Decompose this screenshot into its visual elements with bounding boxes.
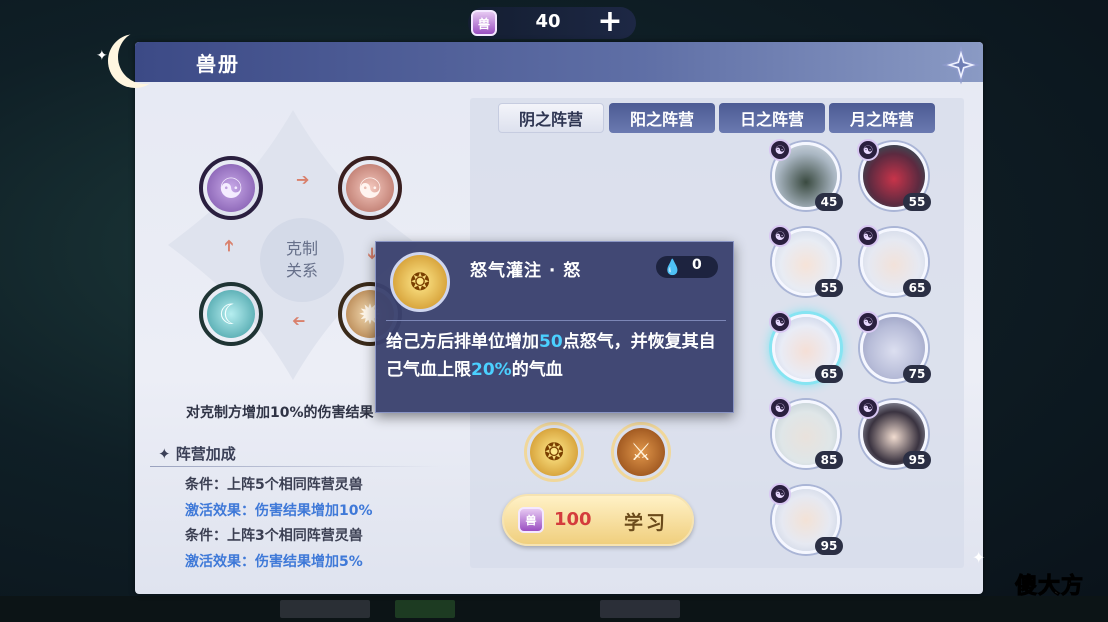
beast-card-selected[interactable]: ☯ 65: [769, 311, 843, 383]
tab-yin-faction[interactable]: 阴之阵营: [498, 103, 604, 133]
rage-skill-button[interactable]: ❂: [524, 422, 584, 482]
bonus-effect: 激活效果：伤害结果增加10%: [185, 503, 373, 519]
counter-relation-label: 克制 关系: [260, 218, 344, 302]
arrow-up-icon: ➔: [219, 238, 239, 253]
bonus-condition: 条件：上阵5个相同阵营灵兽: [185, 477, 363, 493]
yin-faction-badge-icon: ☯: [857, 225, 879, 247]
yin-faction-badge-icon: ☯: [857, 397, 879, 419]
beast-level: 55: [903, 193, 931, 211]
beast-level: 65: [815, 365, 843, 383]
beast-token-icon: 兽: [471, 10, 497, 36]
beast-level: 75: [903, 365, 931, 383]
beast-card[interactable]: ☯ 55: [857, 139, 931, 211]
bonus-condition: 条件：上阵3个相同阵营灵兽: [185, 528, 363, 544]
beast-card[interactable]: ☯ 95: [857, 397, 931, 469]
skill-cost-value: 0: [692, 257, 702, 273]
yin-faction-icon: ☯: [199, 156, 263, 220]
divider: [386, 320, 726, 321]
golden-rage-skill-icon: ❂: [530, 428, 578, 476]
close-button[interactable]: [940, 44, 982, 86]
learn-label: 学习: [624, 512, 669, 534]
beast-card[interactable]: ☯ 85: [769, 397, 843, 469]
arrow-left-icon: ➔: [292, 312, 306, 331]
panel-header: [135, 42, 983, 82]
watermark: 傻大方: [1014, 574, 1085, 600]
counter-effect-text: 对克制方增加10%的伤害结果: [186, 405, 374, 421]
divider: [150, 466, 440, 467]
currency-value: 40: [535, 11, 561, 32]
yin-faction-badge-icon: ☯: [857, 311, 879, 333]
sword-skill-button[interactable]: ⚔: [611, 422, 671, 482]
beast-token-icon: 兽: [518, 507, 544, 533]
tab-moon-faction[interactable]: 月之阵营: [829, 103, 935, 133]
beast-card[interactable]: ☯ 95: [769, 483, 843, 555]
beast-level: 85: [815, 451, 843, 469]
beast-level: 65: [903, 279, 931, 297]
beast-card[interactable]: ☯ 55: [769, 225, 843, 297]
tab-sun-faction[interactable]: 日之阵营: [719, 103, 825, 133]
beast-level: 95: [903, 451, 931, 469]
yin-faction-badge-icon: ☯: [769, 139, 791, 161]
beast-card[interactable]: ☯ 65: [857, 225, 931, 297]
skill-description: 给己方后排单位增加50点怒气，并恢复其自己气血上限20%的气血: [386, 332, 716, 380]
skill-cost-box: 💧 0: [656, 256, 718, 278]
learn-button[interactable]: 兽 100 学习: [502, 494, 694, 546]
beast-card[interactable]: ☯ 45: [769, 139, 843, 211]
golden-rage-skill-icon: ❂: [390, 252, 450, 312]
moon-faction-icon: ☾: [199, 282, 263, 346]
yin-faction-badge-icon: ☯: [769, 397, 791, 419]
skill-tooltip: ❂ 怒气灌注 · 怒 💧 0 给己方后排单位增加50点怒气，并恢复其自己气血上限…: [375, 241, 734, 413]
bottom-hud-strip: [0, 596, 1108, 622]
close-icon: [941, 45, 981, 85]
arrow-right-icon: ➔: [296, 170, 310, 189]
bonus-effect: 激活效果：伤害结果增加5%: [185, 554, 363, 570]
yang-faction-icon: ☯: [338, 156, 402, 220]
yin-faction-badge-icon: ☯: [769, 225, 791, 247]
add-currency-button[interactable]: +: [594, 7, 626, 38]
tab-yang-faction[interactable]: 阳之阵营: [609, 103, 715, 133]
water-drop-icon: 💧: [663, 258, 682, 276]
sparkle-icon: ✦: [96, 48, 108, 64]
beast-card[interactable]: ☯ 75: [857, 311, 931, 383]
yin-faction-badge-icon: ☯: [769, 311, 791, 333]
page-title: 兽册: [196, 52, 240, 76]
learn-cost: 100: [554, 509, 592, 530]
sparkle-icon: ✦: [972, 548, 986, 567]
yin-faction-badge-icon: ☯: [769, 483, 791, 505]
beast-level: 55: [815, 279, 843, 297]
beast-level: 95: [815, 537, 843, 555]
faction-bonus-title: ✦ 阵营加成: [158, 445, 236, 463]
crossed-swords-skill-icon: ⚔: [617, 428, 665, 476]
yin-faction-badge-icon: ☯: [857, 139, 879, 161]
beast-level: 45: [815, 193, 843, 211]
skill-name: 怒气灌注 · 怒: [470, 261, 582, 281]
crescent-moon-icon: [118, 30, 172, 84]
